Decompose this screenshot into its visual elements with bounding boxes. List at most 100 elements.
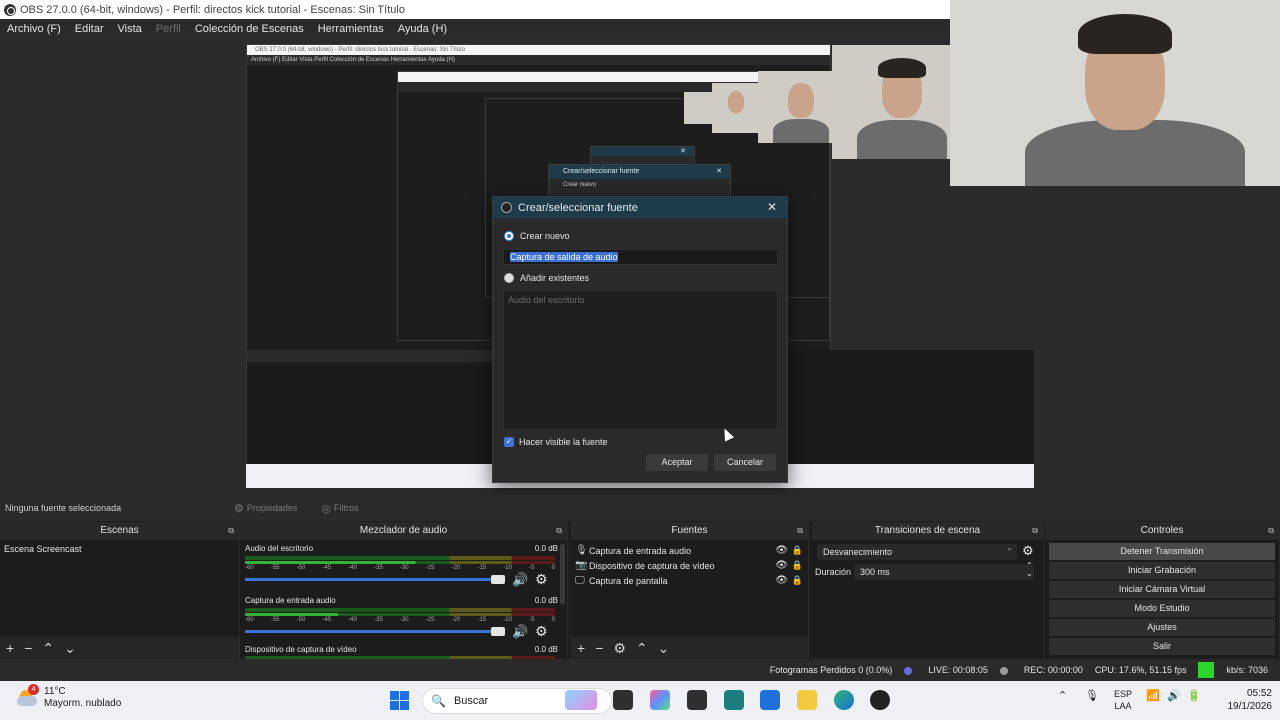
source-item[interactable]: 🖵 Captura de pantalla 👁 🔒 xyxy=(571,573,808,588)
exit-button[interactable]: Salir xyxy=(1049,638,1275,655)
gear-icon[interactable]: ⚙ xyxy=(613,640,626,657)
battery-icon[interactable]: 🔋 xyxy=(1187,689,1201,702)
file-explorer-icon[interactable] xyxy=(797,690,817,710)
eye-icon[interactable]: 👁 xyxy=(775,575,788,586)
obs-taskbar-icon[interactable] xyxy=(870,690,890,710)
language-indicator[interactable]: ESP LAA xyxy=(1114,688,1132,712)
microphone-icon[interactable]: 🎙 xyxy=(1085,689,1099,702)
volume-icon[interactable]: 🔊 xyxy=(1167,689,1181,702)
move-up-icon[interactable]: ⌃ xyxy=(42,640,54,657)
volume-slider[interactable] xyxy=(245,575,505,584)
transition-select[interactable]: Desvanecimiento xyxy=(817,544,1017,560)
rec-status: REC: 00:00:00 xyxy=(999,665,1083,675)
filters-button[interactable]: ◎ Filtros xyxy=(309,502,370,515)
move-down-icon[interactable]: ⌄ xyxy=(658,640,670,657)
webcam-echo-1 xyxy=(832,45,950,159)
remove-icon[interactable]: − xyxy=(595,640,603,656)
move-down-icon[interactable]: ⌄ xyxy=(64,640,76,657)
tick: -5 xyxy=(529,617,535,623)
slider-handle[interactable] xyxy=(491,575,505,584)
tick: -35 xyxy=(374,617,383,623)
start-virtual-camera-button[interactable]: Iniciar Cámara Virtual xyxy=(1049,581,1275,598)
properties-button[interactable]: ⚙ Propiedades xyxy=(222,502,309,515)
wifi-icon[interactable]: 📶 xyxy=(1146,689,1160,702)
popout-icon[interactable]: ⧉ xyxy=(556,522,562,540)
lock-icon[interactable]: 🔒 xyxy=(792,545,803,556)
obs-logo-icon xyxy=(501,202,512,213)
stop-streaming-button[interactable]: Detener Transmisión xyxy=(1049,543,1275,560)
visible-option[interactable]: ✓ Hacer visible la fuente xyxy=(504,437,608,447)
volume-slider[interactable] xyxy=(245,627,505,636)
menu-vista[interactable]: Vista xyxy=(111,23,149,35)
ghost-dialog-title xyxy=(591,147,694,156)
gear-icon[interactable]: ⚙ xyxy=(1022,543,1034,559)
mixer-scrollbar[interactable] xyxy=(560,544,565,604)
scenes-toolbar: + − ⌃ ⌄ xyxy=(0,637,239,659)
close-icon[interactable]: ✕ xyxy=(767,200,777,214)
task-view-icon[interactable] xyxy=(613,690,633,710)
create-new-label: Crear nuevo xyxy=(520,231,570,241)
tick: -45 xyxy=(322,617,332,623)
existing-sources-list[interactable]: Audio del escritorio xyxy=(503,290,778,430)
chevron-up-icon[interactable]: ⌃ xyxy=(1058,689,1067,702)
menu-ayuda[interactable]: Ayuda (H) xyxy=(391,23,454,35)
dropbox-icon[interactable] xyxy=(687,690,707,710)
tick: -50 xyxy=(296,617,306,623)
checkbox-checked-icon[interactable]: ✓ xyxy=(504,437,514,447)
weather-widget[interactable]: 4 11°C Mayorm. nublado xyxy=(16,684,121,710)
lock-icon[interactable]: 🔒 xyxy=(792,560,803,571)
windows-start-icon[interactable] xyxy=(390,691,409,710)
copilot-icon[interactable] xyxy=(650,690,670,710)
stepper-icon[interactable]: ⌃ ⌄ xyxy=(1026,562,1033,578)
gear-icon[interactable]: ⚙ xyxy=(535,571,548,588)
scene-item[interactable]: Escena Screencast xyxy=(0,540,239,558)
menu-herramientas[interactable]: Herramientas xyxy=(311,23,391,35)
add-icon[interactable]: + xyxy=(577,640,585,656)
move-up-icon[interactable]: ⌃ xyxy=(636,640,648,657)
lock-icon[interactable]: 🔒 xyxy=(792,575,803,586)
tick: -25 xyxy=(425,565,435,571)
menu-coleccion-escenas[interactable]: Colección de Escenas xyxy=(188,23,311,35)
mixer-channel: Dispositivo de captura de vídeo 0.0 dB xyxy=(245,645,558,659)
lang-bottom: LAA xyxy=(1114,701,1132,711)
window-title-bar: OBS 27.0.0 (64-bit, windows) - Perfil: d… xyxy=(0,0,950,19)
popout-icon[interactable]: ⧉ xyxy=(1268,522,1274,540)
create-new-radio[interactable] xyxy=(504,231,514,241)
eye-icon[interactable]: 👁 xyxy=(775,560,788,571)
tick: -35 xyxy=(374,565,383,571)
create-new-option[interactable]: Crear nuevo xyxy=(504,231,570,241)
add-icon[interactable]: + xyxy=(6,640,14,656)
slider-handle[interactable] xyxy=(491,627,505,636)
source-item[interactable]: 🎙 Captura de entrada audio 👁 🔒 xyxy=(571,543,808,558)
speaker-icon[interactable]: 🔊 xyxy=(512,572,528,588)
remove-icon[interactable]: − xyxy=(24,640,32,656)
popout-icon[interactable]: ⧉ xyxy=(228,522,234,540)
cancel-button[interactable]: Cancelar xyxy=(714,454,776,471)
popout-icon[interactable]: ⧉ xyxy=(797,522,803,540)
source-item[interactable]: 📷 Dispositivo de captura de vídeo 👁 🔒 xyxy=(571,558,808,573)
app-icon[interactable] xyxy=(724,690,744,710)
ok-button[interactable]: Aceptar xyxy=(646,454,708,471)
duration-input[interactable]: 300 ms xyxy=(854,564,1034,580)
gear-icon[interactable]: ⚙ xyxy=(535,623,548,640)
lang-top: ESP xyxy=(1114,689,1133,699)
studio-mode-button[interactable]: Modo Estudio xyxy=(1049,600,1275,617)
clock[interactable]: 05:52 19/1/2026 xyxy=(1228,687,1273,713)
menu-archivo[interactable]: Archivo (F) xyxy=(0,23,68,35)
search-highlight-icon[interactable] xyxy=(565,690,597,710)
store-icon[interactable] xyxy=(760,690,780,710)
dock-header: Mezclador de audio ⧉ xyxy=(240,522,567,540)
dock-header: Transiciones de escena ⧉ xyxy=(812,522,1043,540)
menu-editar[interactable]: Editar xyxy=(68,23,111,35)
echo-head xyxy=(728,91,744,113)
eye-icon[interactable]: 👁 xyxy=(775,545,788,556)
add-existing-option[interactable]: Añadir existentes xyxy=(504,273,589,283)
start-recording-button[interactable]: Iniciar Grabación xyxy=(1049,562,1275,579)
popout-icon[interactable]: ⧉ xyxy=(1032,522,1038,540)
speaker-icon[interactable]: 🔊 xyxy=(512,624,528,640)
dropped-frames: Fotogramas Perdidos 0 (0.0%) xyxy=(769,665,893,675)
add-existing-radio[interactable] xyxy=(504,273,514,283)
source-name-input[interactable]: Captura de salida de audio xyxy=(503,249,778,265)
edge-icon[interactable] xyxy=(834,690,854,710)
settings-button[interactable]: Ajustes xyxy=(1049,619,1275,636)
